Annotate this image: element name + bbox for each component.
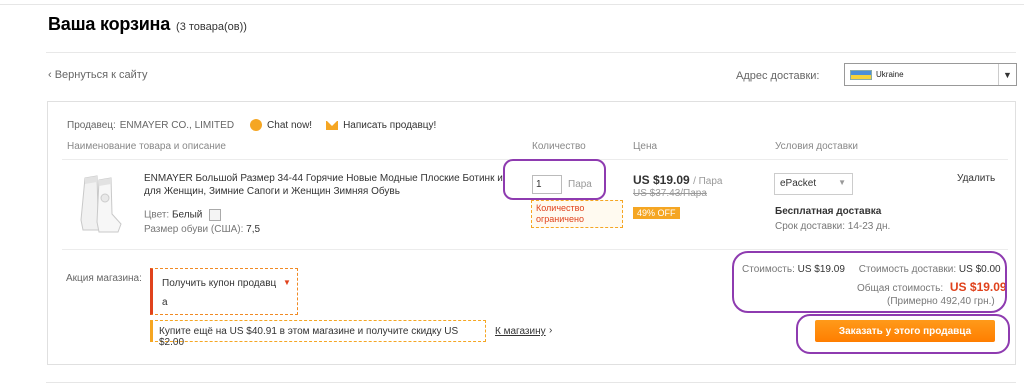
shipping-country-value: Ukraine xyxy=(876,70,904,79)
chevron-down-icon: ▼ xyxy=(838,178,846,187)
top-divider xyxy=(0,4,1024,5)
note-icon[interactable] xyxy=(209,209,222,221)
page-title: Ваша корзина xyxy=(48,14,171,34)
upsell-notice: Купите ещё на US $40.91 в этом магазине … xyxy=(150,320,486,348)
coupon-select-value: Получить купон продавц xyxy=(162,278,277,289)
message-seller-button[interactable]: Написать продавцу! xyxy=(326,120,436,131)
chevron-down-icon: ▼ xyxy=(283,278,291,287)
chat-label: Chat now! xyxy=(267,119,313,131)
row-divider xyxy=(62,249,1008,250)
product-color: Цвет: Белый xyxy=(144,209,222,221)
product-image[interactable] xyxy=(75,172,125,236)
size-value: 7,5 xyxy=(246,224,261,235)
envelope-icon xyxy=(326,120,339,130)
color-label: Цвет: xyxy=(144,209,170,221)
column-header-quantity: Количество xyxy=(532,141,586,152)
size-label: Размер обуви (США): xyxy=(144,224,244,235)
coupon-select-value-cont: а xyxy=(162,297,168,308)
seller-name[interactable]: ENMAYER CO., LIMITED xyxy=(120,120,234,131)
message-seller-label: Написать продавцу! xyxy=(343,119,437,131)
seller-row: Продавец: ENMAYER CO., LIMITED Chat now!… xyxy=(67,119,436,131)
shipping-method-select[interactable]: ePacket ▼ xyxy=(774,173,853,195)
discount-badge: 49% OFF xyxy=(633,207,680,219)
coupon-select[interactable] xyxy=(150,268,298,315)
column-header-name: Наименование товара и описание xyxy=(67,141,226,152)
header-divider xyxy=(46,52,1016,53)
highlight-order-button xyxy=(796,314,1010,354)
back-to-site-link[interactable]: ‹ Вернуться к сайту xyxy=(48,69,147,81)
page-header: Ваша корзина (3 товара(ов)) xyxy=(48,14,247,35)
dropdown-arrow-icon: ▼ xyxy=(998,64,1016,85)
remove-item-link[interactable]: Удалить xyxy=(957,173,995,184)
column-header-price: Цена xyxy=(633,141,658,152)
color-value: Белый xyxy=(171,209,203,221)
chat-now-button[interactable]: Chat now! xyxy=(250,119,312,131)
price-value: US $19.09 xyxy=(633,173,690,187)
column-header-shipping: Условия доставки xyxy=(775,141,858,152)
shipping-country-select[interactable]: Ukraine ▼ xyxy=(844,63,1017,86)
highlight-summary xyxy=(732,251,1007,313)
free-shipping-text: Бесплатная доставка xyxy=(775,206,882,217)
ukraine-flag-icon xyxy=(850,69,872,80)
highlight-quantity xyxy=(503,159,606,200)
bottom-divider xyxy=(46,382,1016,383)
chevron-right-icon: › xyxy=(549,325,553,336)
price-unit: / Пара xyxy=(693,176,723,187)
old-price: US $37.43/Пара xyxy=(633,188,707,199)
quantity-limited-notice: Количество ограничено xyxy=(531,200,623,228)
item-count: (3 товара(ов)) xyxy=(176,21,247,33)
product-title-link[interactable]: ENMAYER Большой Размер 34-44 Горячие Нов… xyxy=(144,172,504,198)
delivery-time: Срок доставки: 14-23 дн. xyxy=(775,221,891,232)
product-size: Размер обуви (США): 7,5 xyxy=(144,224,260,235)
product-price: US $19.09 / Пара xyxy=(633,173,723,187)
shipping-method-value: ePacket xyxy=(780,178,817,189)
chat-icon xyxy=(250,119,263,131)
to-store-link[interactable]: К магазину xyxy=(495,326,546,337)
seller-label: Продавец: xyxy=(67,119,116,131)
store-promo-label: Акция магазина: xyxy=(66,273,142,284)
shipping-address-label: Адрес доставки: xyxy=(736,70,820,82)
